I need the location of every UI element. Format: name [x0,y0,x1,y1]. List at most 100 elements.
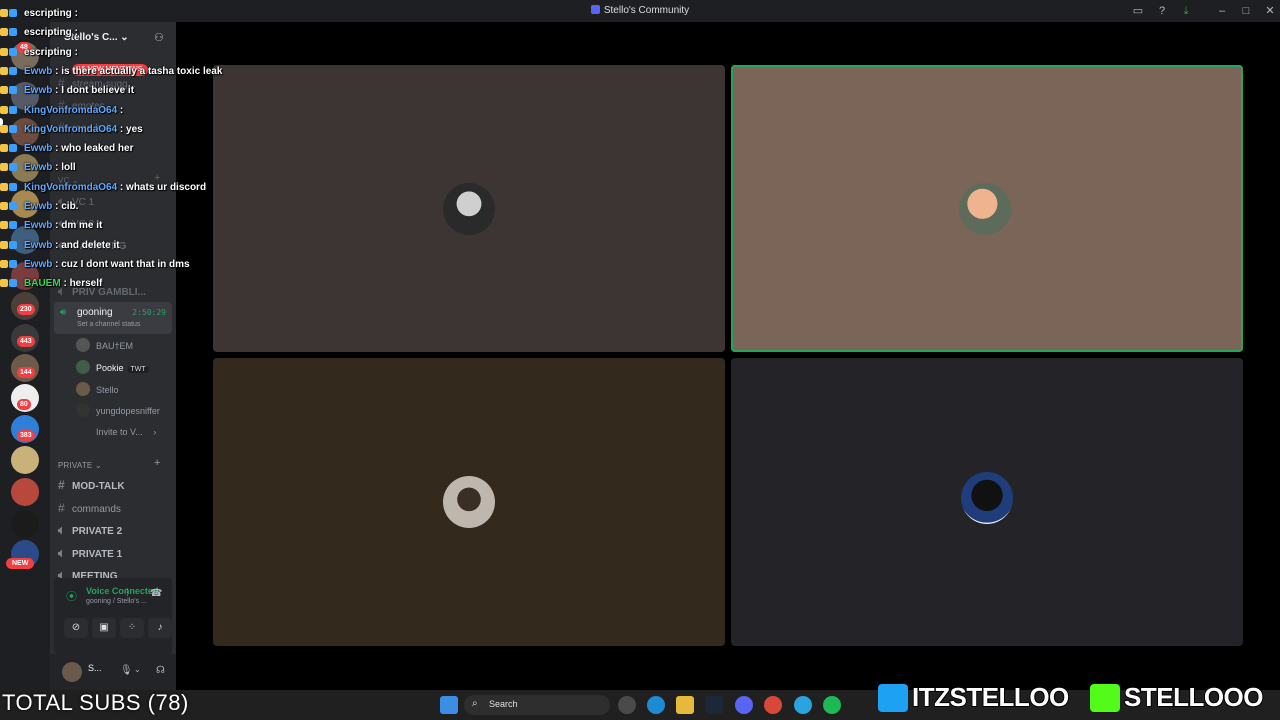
invite-to-voice[interactable]: Invite to V... › [76,424,156,440]
disconnect-icon[interactable]: ☎ [150,588,162,599]
chat-badges [0,240,24,251]
voice-channel-private-1[interactable]: 🔈︎ PRIVATE 1 [58,546,122,561]
inbox-icon[interactable]: ▭ [1131,4,1145,18]
channel-status[interactable]: Set a channel status [77,321,140,328]
noise-suppression-icon[interactable]: ⫶ [126,588,129,599]
mention-badge: 230 [17,304,35,315]
file-explorer-icon[interactable] [676,696,694,714]
chat-message: Ewwb : cib. [0,201,78,219]
hash-icon: # [58,501,65,515]
participant-tile[interactable] [731,358,1243,646]
chat-badges [0,8,24,19]
close-button[interactable]: ✕ [1263,4,1277,18]
participant-avatar [443,476,495,528]
discord-icon[interactable] [735,696,753,714]
vc-member[interactable]: Pookie TWT [76,360,149,376]
channel-commands[interactable]: # commands [58,501,121,515]
participant-tile-speaking[interactable] [731,65,1243,352]
chat-username: escripting [24,8,72,19]
obs-icon[interactable] [618,696,636,714]
channel-label: commands [72,504,121,515]
server-icon[interactable] [11,478,39,506]
chevron-down-icon[interactable]: ⌄ [134,665,141,674]
microphone-icon[interactable]: 🎙︎ [120,665,133,676]
badge-icon [0,28,8,36]
speaker-icon: 🔊︎ [60,307,67,318]
chat-badges [0,182,24,193]
steam-icon[interactable] [705,696,723,714]
telegram-icon[interactable] [794,696,812,714]
chevron-right-icon: › [153,427,157,437]
badge-icon [0,221,8,229]
chat-username: BAUEM [24,278,61,289]
voice-channel-gooning[interactable]: 🔊︎ gooning 2:50:29 Set a channel status [54,302,172,334]
download-icon[interactable]: ⤓ [1179,4,1193,18]
chat-message: Ewwb : who leaked her [0,143,133,161]
member-name: Stello [96,385,119,395]
chat-text: is there actually a tasha toxic leak [61,66,223,77]
server-icon[interactable] [11,446,39,474]
voice-channel-private-2[interactable]: 🔈︎ PRIVATE 2 [58,523,122,538]
participant-tile[interactable] [213,65,725,352]
badge-icon [0,144,8,152]
participant-tile[interactable] [213,358,725,646]
chat-username: escripting [24,27,72,38]
avatar [76,360,90,374]
add-channel-icon[interactable]: + [154,457,160,469]
badge-icon [0,9,8,17]
soundboard-button[interactable]: ♪ [148,618,172,638]
member-name: Invite to V... [96,427,143,437]
help-icon[interactable]: ? [1155,4,1169,18]
username[interactable]: S... [88,663,102,673]
signal-icon: ⦿ [66,591,77,603]
screen-share-button[interactable]: ▣ [92,618,116,638]
chat-badges [0,220,24,231]
start-icon[interactable] [440,696,458,714]
taskbar-search[interactable]: ⌕ Search [464,695,610,715]
chat-message: Ewwb : cuz I dont want that in dms [0,259,190,277]
chat-message: KingVonfromdaO64 : yes [0,124,143,142]
vc-member[interactable]: yungdopesniffer [76,403,160,419]
badge-icon [0,163,8,171]
window-title-text: Stello's Community [603,5,690,16]
chat-message: Ewwb : dm me it [0,220,102,238]
mention-badge: 443 [17,336,35,347]
badge-icon [0,67,8,75]
vc-member[interactable]: Stello [76,382,119,398]
badge-icon [0,106,8,114]
speaker-icon: 🔈︎ [58,523,66,537]
category-private[interactable]: PRIVATE ⌄ [58,461,102,470]
server-icon[interactable] [11,510,39,538]
badge-icon [0,48,8,56]
badge-icon [9,28,17,36]
maximize-button[interactable]: □ [1239,4,1253,18]
spotify-icon[interactable] [823,696,841,714]
badge-icon [0,125,8,133]
edge-icon[interactable] [647,696,665,714]
chat-badges [0,27,24,38]
title-bar: Stello's Community ▭ ? ⤓ – □ ✕ [0,0,1280,22]
chat-text: cib. [61,201,79,212]
avatar[interactable] [62,662,82,682]
category-label: PRIVATE [58,461,93,470]
voice-location[interactable]: gooning / Stello's ... [86,598,147,605]
chrome-icon[interactable] [764,696,782,714]
member-name: yungdopesniffer [96,406,160,416]
member-name: Pookie [96,363,124,373]
badge-icon [9,279,17,287]
chat-username: Ewwb [24,240,53,251]
headphones-icon[interactable]: ☊ [156,665,165,676]
activities-button[interactable]: ⁘ [120,618,144,638]
badge-icon [9,67,17,75]
minimize-button[interactable]: – [1215,4,1229,18]
badge-icon [9,163,17,171]
channel-mod-talk[interactable]: # MOD-TALK [58,478,125,492]
add-friend-icon[interactable]: ⚇ [154,31,164,44]
mention-badge: 80 [17,399,31,410]
mention-badge: 383 [17,430,35,441]
chat-username: KingVonfromdaO64 [24,105,118,116]
kick-icon [1090,684,1120,712]
chat-text: dm me it [61,220,103,231]
camera-off-button[interactable]: ⊘ [64,618,88,638]
vc-member[interactable]: BAU†EM [76,338,133,354]
